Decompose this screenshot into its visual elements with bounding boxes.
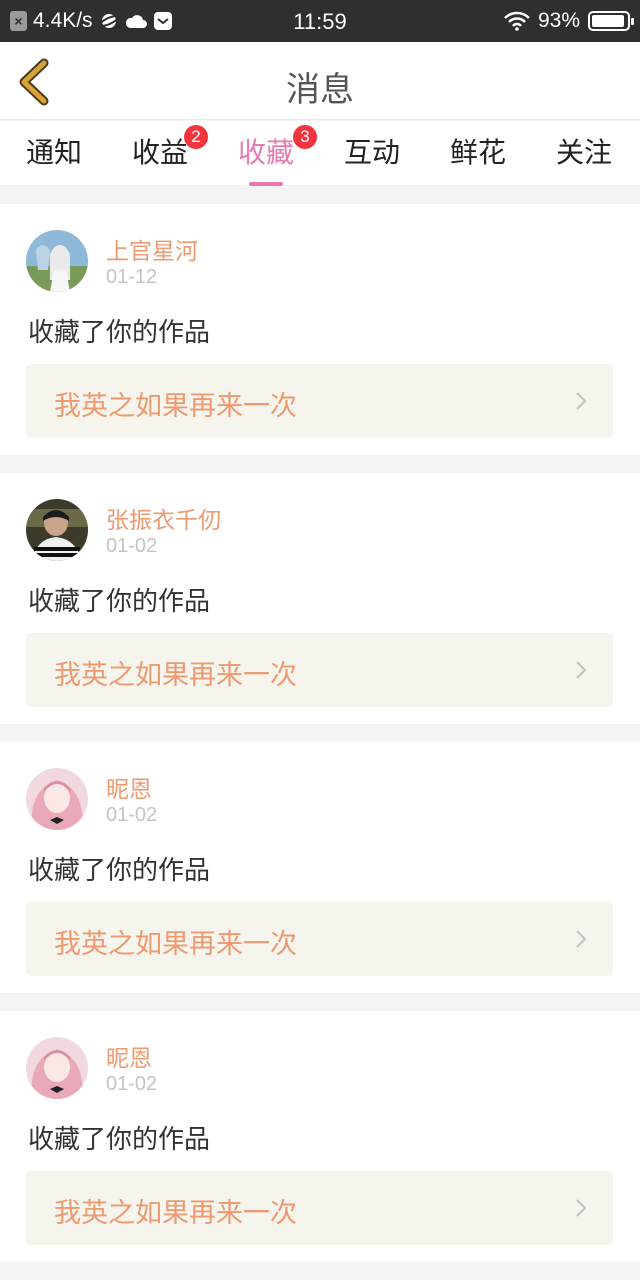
chevron-right-icon <box>576 1199 587 1217</box>
favorites-badge: 3 <box>293 125 317 149</box>
message-card: 上官星河 01-12 收藏了你的作品 我英之如果再来一次 <box>0 204 640 455</box>
work-title: 我英之如果再来一次 <box>54 1198 297 1229</box>
battery-fill <box>592 15 624 27</box>
battery-icon <box>588 11 634 31</box>
user-name[interactable]: 张振衣千仞 <box>106 501 221 535</box>
wifi-icon <box>504 11 530 31</box>
message-date: 01-12 <box>106 266 158 288</box>
tab-label: 通知 <box>25 136 82 169</box>
avatar-image <box>26 768 88 830</box>
action-text: 收藏了你的作品 <box>28 587 211 617</box>
message-date: 01-02 <box>106 1073 158 1095</box>
message-card: 昵恩 01-02 收藏了你的作品 我英之如果再来一次 <box>0 1011 640 1262</box>
avatar[interactable] <box>26 499 88 561</box>
avatar-image <box>26 230 88 292</box>
message-date: 01-02 <box>106 804 158 826</box>
work-link[interactable]: 我英之如果再来一次 <box>26 902 613 976</box>
work-link[interactable]: 我英之如果再来一次 <box>26 633 613 707</box>
tab-label: 收益 <box>131 136 188 169</box>
active-tab-indicator <box>249 182 283 186</box>
avatar-image <box>26 499 88 561</box>
message-card: 昵恩 01-02 收藏了你的作品 我英之如果再来一次 <box>0 742 640 993</box>
tab-flowers[interactable]: 鲜花 <box>425 131 531 171</box>
status-bar: × 4.4K/s 11:59 93% <box>0 0 640 42</box>
tab-label: 互动 <box>343 136 400 169</box>
user-name[interactable]: 昵恩 <box>106 1039 152 1073</box>
chevron-right-icon <box>576 930 587 948</box>
earnings-badge: 2 <box>184 125 208 149</box>
action-text: 收藏了你的作品 <box>28 856 211 886</box>
page-title: 消息 <box>286 70 354 110</box>
message-card: 张振衣千仞 01-02 收藏了你的作品 我英之如果再来一次 <box>0 473 640 724</box>
tab-following[interactable]: 关注 <box>531 131 637 171</box>
tab-label: 鲜花 <box>449 136 506 169</box>
tab-label: 收藏 <box>237 136 294 169</box>
tab-label: 关注 <box>555 136 612 169</box>
chevron-right-icon <box>576 661 587 679</box>
battery-percent: 93% <box>537 9 580 32</box>
work-title: 我英之如果再来一次 <box>54 391 297 422</box>
avatar[interactable] <box>26 768 88 830</box>
tab-earnings[interactable]: 收益 2 <box>107 125 213 171</box>
tab-notifications[interactable]: 通知 <box>1 131 107 171</box>
work-link[interactable]: 我英之如果再来一次 <box>26 1171 613 1245</box>
chevron-right-icon <box>576 392 587 410</box>
avatar[interactable] <box>26 230 88 292</box>
user-name[interactable]: 上官星河 <box>106 232 198 266</box>
action-text: 收藏了你的作品 <box>28 318 211 348</box>
tab-interactions[interactable]: 互动 <box>319 131 425 171</box>
user-name[interactable]: 昵恩 <box>106 770 152 804</box>
work-title: 我英之如果再来一次 <box>54 660 297 691</box>
message-date: 01-02 <box>106 535 158 557</box>
message-tabs: 通知 收益 2 收藏 3 互动 鲜花 关注 <box>0 121 640 186</box>
avatar-image <box>26 1037 88 1099</box>
work-title: 我英之如果再来一次 <box>54 929 297 960</box>
navigation-bar: 消息 <box>0 42 640 120</box>
message-list: 上官星河 01-12 收藏了你的作品 我英之如果再来一次 张振衣千仞 01-02… <box>0 204 640 1280</box>
work-link[interactable]: 我英之如果再来一次 <box>26 364 613 438</box>
tab-favorites[interactable]: 收藏 3 <box>213 125 319 186</box>
avatar[interactable] <box>26 1037 88 1099</box>
status-right: 93% <box>504 9 634 33</box>
